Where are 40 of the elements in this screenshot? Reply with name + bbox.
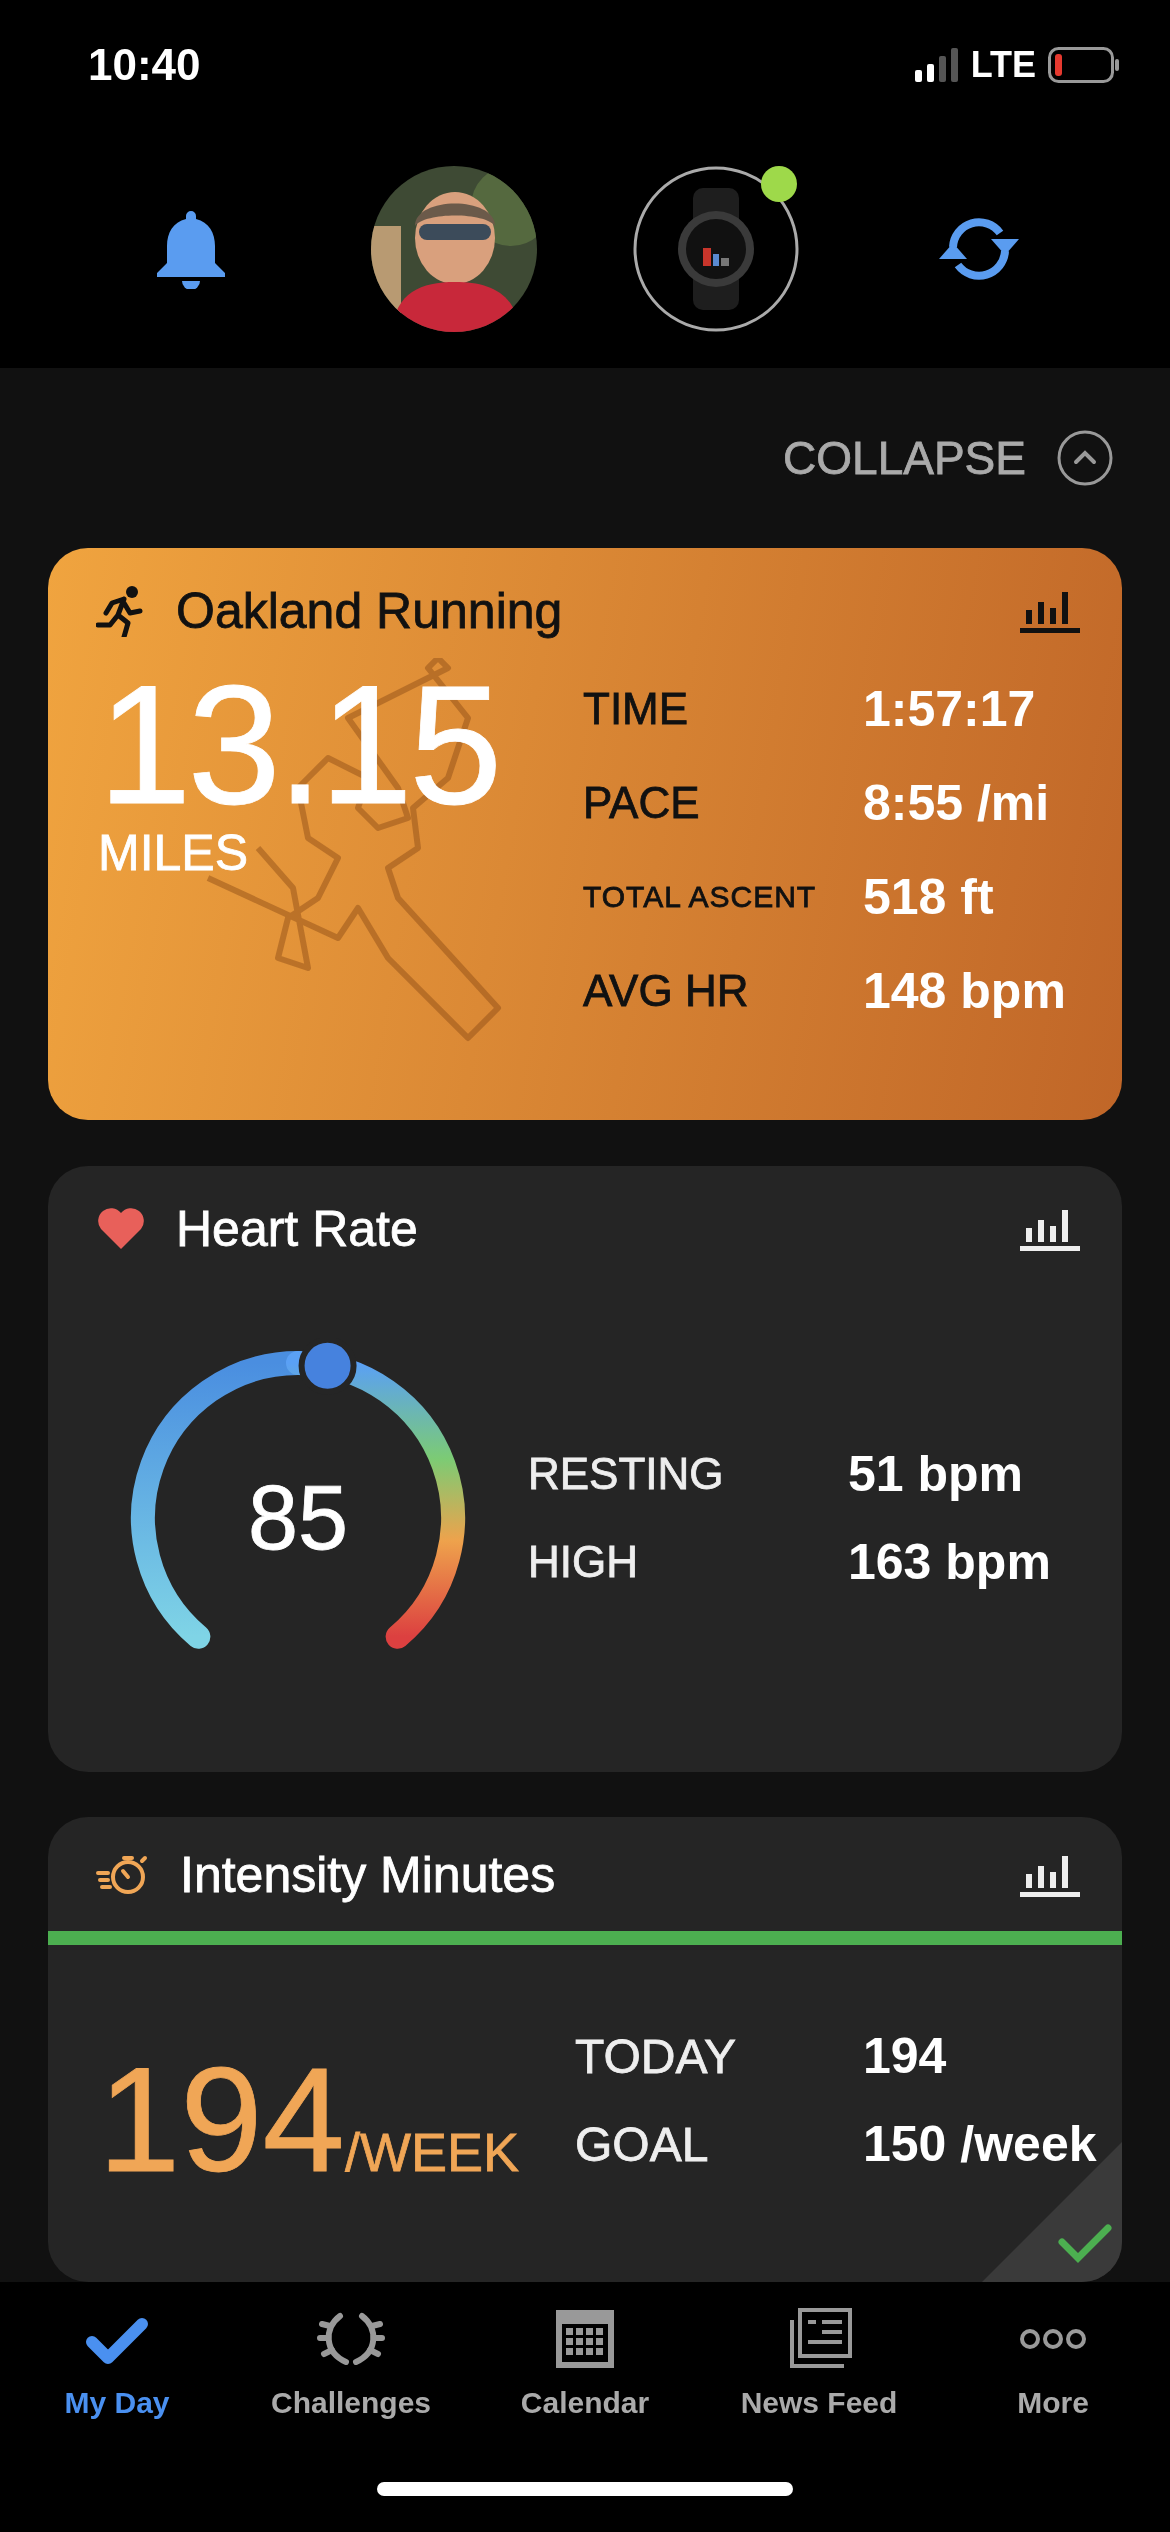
stat-label: TODAY — [575, 2028, 737, 2084]
stat-value: 8:55 /mi — [863, 774, 1051, 832]
stat-label: TIME — [583, 684, 690, 734]
network-label: LTE — [970, 44, 1036, 86]
weekly-total: 194 — [98, 2036, 345, 2204]
heart-icon — [96, 1207, 146, 1251]
stat-value: 163 bpm — [848, 1533, 1051, 1591]
weekly-unit: /WEEK — [344, 2122, 519, 2183]
more-icon — [1018, 2327, 1088, 2351]
stat-value: 1:57:17 — [863, 680, 1037, 738]
signal-icon — [914, 48, 959, 82]
stat-label: AVG HR — [583, 966, 750, 1016]
intensity-minutes-title: Intensity Minutes — [180, 1846, 557, 1904]
tab-item[interactable]: More — [936, 2308, 1170, 2482]
stat-label: TOTAL ASCENT — [583, 880, 818, 914]
tab-item[interactable]: News Feed — [702, 2308, 936, 2482]
stat-value: 150 /week — [863, 2115, 1097, 2173]
activity-card[interactable]: Oakland Running 13.15 MILES TIME 1:57:17 PACE 8:55 /mi TOTAL ASCENT 518 ft AVG HR 148 bpm — [48, 548, 1122, 1120]
status-time: 10:40 — [88, 40, 201, 90]
collapse-button[interactable]: COLLAPSE — [783, 431, 1026, 485]
stat-value: 148 bpm — [863, 962, 1066, 1020]
stat-value: 518 ft — [863, 868, 995, 926]
heart-rate-title: Heart Rate — [176, 1200, 419, 1258]
stat-label: RESTING — [528, 1449, 725, 1499]
stat-value: 51 bpm — [848, 1445, 1025, 1503]
intensity-minutes-card[interactable]: Intensity Minutes 194/WEEK TODAY 194 GOAL 150 /week — [48, 1817, 1122, 2282]
stat-label: GOAL — [575, 2116, 710, 2172]
stat-label: HIGH — [528, 1537, 639, 1587]
chevron-up-icon[interactable] — [1056, 429, 1114, 487]
heart-rate-card[interactable]: Heart Rate 85 RESTING 51 bpm HIGH 163 bpm — [48, 1166, 1122, 1772]
current-heart-rate: 85 — [247, 1466, 349, 1570]
tab-item[interactable]: Calendar — [468, 2308, 702, 2482]
tab-item[interactable]: My Day — [0, 2308, 234, 2482]
stat-label: PACE — [583, 778, 701, 828]
notification-bell-icon[interactable] — [155, 209, 228, 289]
tab-item[interactable]: Challenges — [234, 2308, 468, 2482]
sync-icon[interactable] — [936, 217, 1021, 281]
stopwatch-icon — [96, 1853, 150, 1897]
stat-value: 194 — [863, 2027, 948, 2085]
activity-title: Oakland Running — [176, 582, 564, 640]
